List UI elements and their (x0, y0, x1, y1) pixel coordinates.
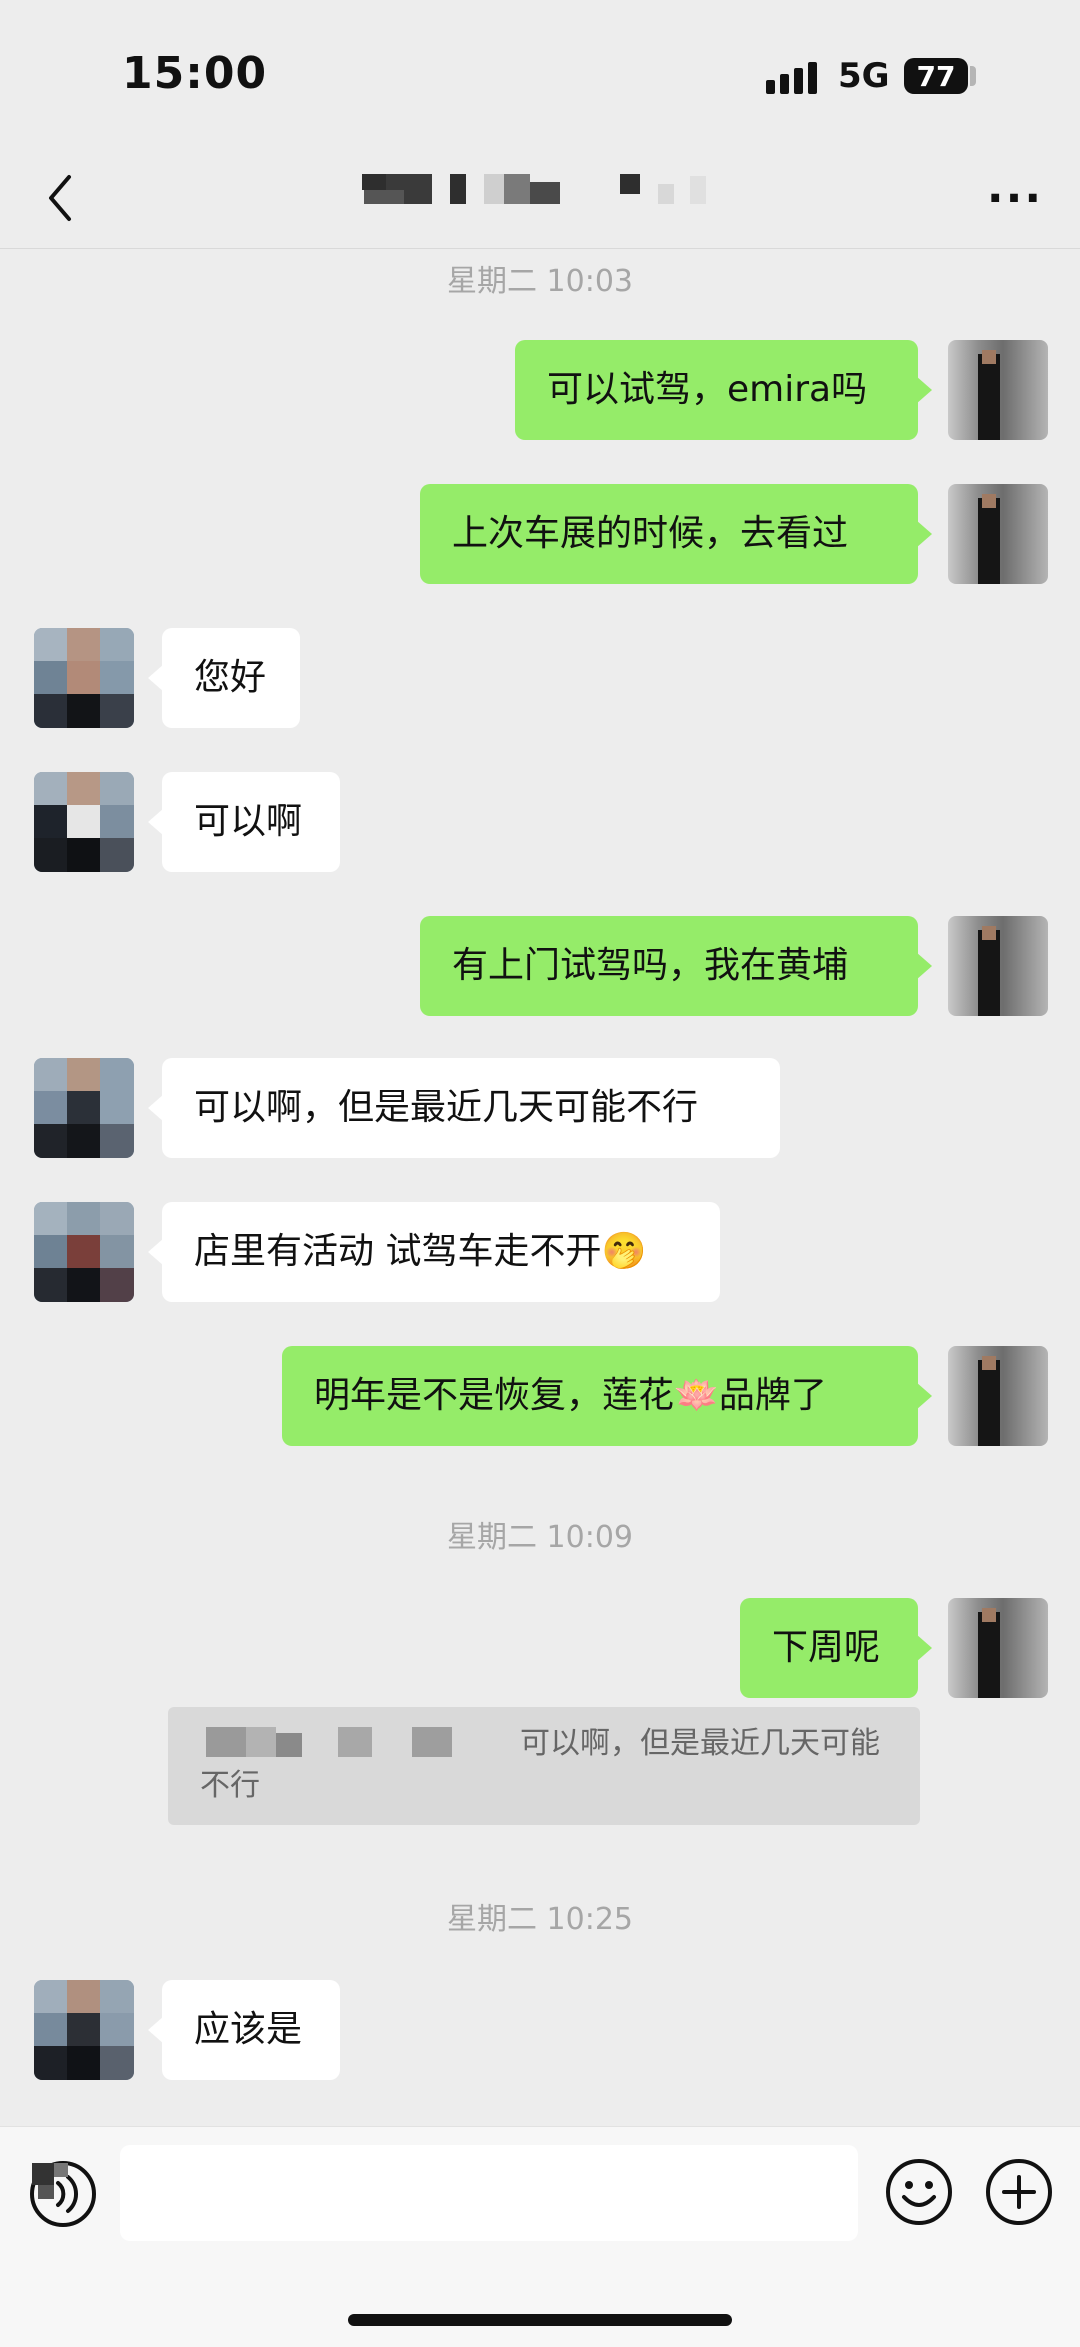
status-time: 15:00 (122, 48, 268, 99)
contact-avatar[interactable] (34, 628, 134, 728)
lotus-emoji-icon: 🪷 (674, 1375, 719, 1416)
voice-icon (30, 2161, 96, 2227)
message-text: 品牌了 (718, 1375, 827, 1416)
status-bar: 15:00 5G 77 (0, 0, 1080, 150)
message-bubble-sent[interactable]: 明年是不是恢复，莲花🪷品牌了 (282, 1346, 932, 1446)
message-bubble-sent[interactable]: 上次车展的时候，去看过 (420, 484, 932, 584)
my-avatar[interactable] (948, 1346, 1048, 1446)
more-functions-button[interactable] (984, 2157, 1054, 2227)
my-avatar[interactable] (948, 1598, 1048, 1698)
contact-avatar[interactable] (34, 1058, 134, 1158)
contact-avatar[interactable] (34, 1980, 134, 2080)
message-text: 明年是不是恢复，莲花 (314, 1375, 675, 1416)
network-type: 5G (838, 56, 890, 96)
home-indicator[interactable] (348, 2314, 732, 2326)
message-text: 店里有活动 试驾车走不开 (194, 1231, 602, 1272)
message-bubble-received[interactable]: 店里有活动 试驾车走不开🤭 (148, 1202, 720, 1302)
timestamp: 星期二 10:03 (447, 264, 633, 299)
emoji-button[interactable] (884, 2157, 954, 2227)
signal-icon (766, 62, 817, 94)
message-bubble-sent[interactable]: 有上门试驾吗，我在黄埔 (420, 916, 932, 1016)
message-bubble-received[interactable]: 应该是 (148, 1980, 340, 2080)
contact-avatar[interactable] (34, 772, 134, 872)
timestamp: 星期二 10:09 (447, 1520, 633, 1555)
contact-avatar[interactable] (34, 1202, 134, 1302)
my-avatar[interactable] (948, 484, 1048, 584)
message-input[interactable] (120, 2145, 858, 2241)
timestamp: 星期二 10:25 (447, 1902, 633, 1937)
my-avatar[interactable] (948, 916, 1048, 1016)
more-options-button[interactable]: ··· (980, 168, 1050, 228)
message-bubble-received[interactable]: 可以啊，但是最近几天可能不行 (148, 1058, 780, 1158)
emoji-icon (886, 2159, 952, 2225)
message-bubble-received[interactable]: 可以啊 (148, 772, 340, 872)
chevron-left-icon (49, 175, 71, 221)
chat-header: ··· (0, 150, 1080, 249)
back-button[interactable] (30, 168, 90, 228)
battery-cap (970, 66, 976, 86)
quoted-message[interactable]: 可以啊，但是最近几天可能不行 (168, 1707, 920, 1825)
laughing-emoji-icon: 🤭 (601, 1231, 647, 1272)
message-bubble-sent[interactable]: 下周呢 (740, 1598, 932, 1698)
quoted-message-text: 可以啊，但是最近几天可能不行 (200, 1726, 880, 1803)
more-dots-icon: ··· (986, 172, 1044, 224)
message-bubble-sent[interactable]: 可以试驾，emira吗 (515, 340, 932, 440)
my-avatar[interactable] (948, 340, 1048, 440)
voice-button[interactable] (28, 2159, 98, 2229)
battery-icon: 77 (904, 58, 968, 94)
message-bubble-received[interactable]: 您好 (148, 628, 300, 728)
plus-icon (986, 2159, 1052, 2225)
